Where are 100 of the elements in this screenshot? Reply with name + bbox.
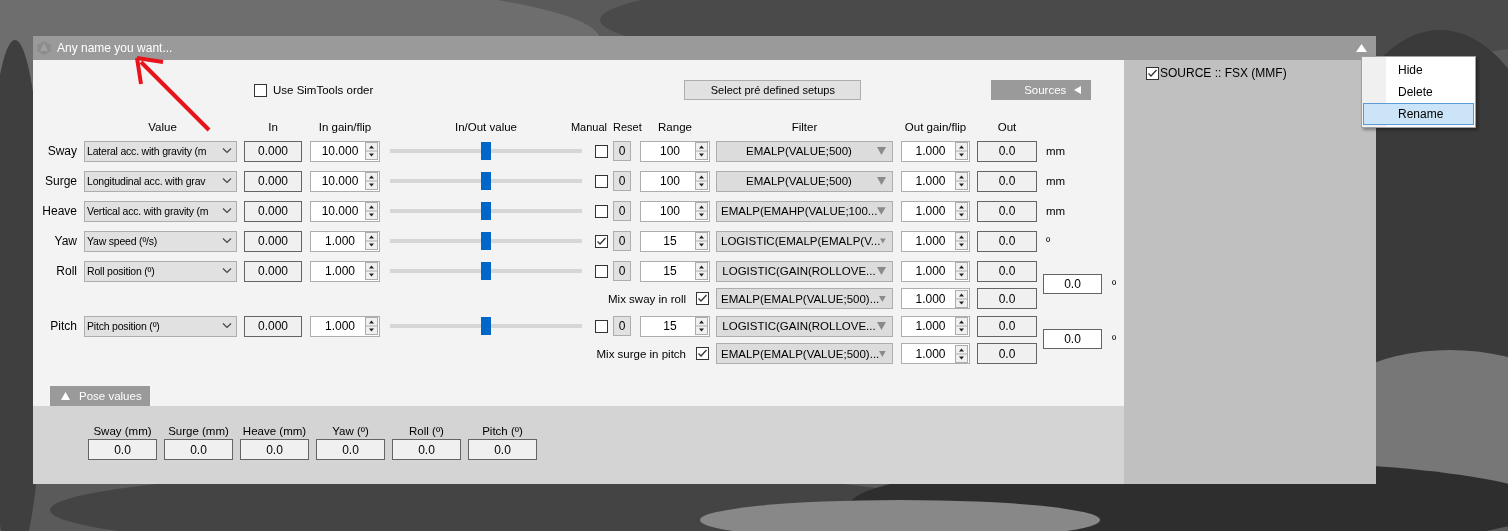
spin-arrows-icon[interactable] [695,142,708,160]
chevron-icon [222,208,232,214]
slider-thumb[interactable] [481,232,491,250]
slider-thumb[interactable] [481,142,491,160]
pose-value-field: 0.0 [316,439,385,460]
range-spinner[interactable]: 100 [640,200,710,222]
in-gain-spinner[interactable]: 1.000 [310,315,380,337]
axis-label: Heave [41,204,78,218]
menu-item[interactable]: Hide [1363,59,1474,81]
range-spinner[interactable]: 15 [640,315,710,337]
column-header: Out [996,121,1018,133]
spin-arrows-icon[interactable] [695,172,708,190]
manual-checkbox[interactable] [595,204,608,218]
manual-checkbox[interactable] [595,174,608,188]
out-gain-spinner[interactable]: 1.000 [901,288,970,309]
manual-checkbox[interactable] [595,234,608,248]
spin-arrows-icon[interactable] [695,232,708,250]
out-gain-spinner[interactable]: 1.000 [901,140,970,162]
column-header: In [267,121,279,133]
range-spinner[interactable]: 100 [640,170,710,192]
filter-dropdown[interactable]: EMALP(EMALP(VALUE;500)... [716,288,893,309]
filter-dropdown[interactable]: LOGISTIC(EMALP(EMALP(V... [716,230,893,252]
menu-item[interactable]: Rename [1363,103,1474,125]
range-spinner[interactable]: 15 [640,230,710,252]
mix-label: Mix surge in pitch [596,347,686,360]
value-dropdown[interactable]: Longitudinal acc. with grav [84,170,237,192]
pose-label: Roll (º) [409,425,444,437]
in-gain-spinner[interactable]: 10.000 [310,170,380,192]
out-gain-spinner[interactable]: 1.000 [901,230,970,252]
slider-thumb[interactable] [481,172,491,190]
column-header: Filter [790,121,819,133]
out-value-field: 0.0 [977,288,1037,309]
pose-value-field: 0.0 [240,439,309,460]
reset-button[interactable]: 0 [613,171,631,191]
spin-arrows-icon[interactable] [365,172,378,190]
filter-dropdown[interactable]: EMALP(VALUE;500) [716,140,893,162]
filter-dropdown[interactable]: EMALP(EMAHP(VALUE;100... [716,200,893,222]
manual-checkbox[interactable] [595,144,608,158]
slider-thumb[interactable] [481,262,491,280]
chevron-icon [222,238,232,244]
spin-arrows-icon[interactable] [955,142,968,160]
out-value-field: 0.0 [977,260,1037,282]
value-dropdown[interactable]: Yaw speed (º/s) [84,230,237,252]
spin-arrows-icon[interactable] [955,202,968,220]
out-value-field: 0.0 [977,315,1037,337]
filter-dropdown[interactable]: LOGISTIC(GAIN(ROLLOVE... [716,315,893,337]
out-gain-spinner[interactable]: 1.000 [901,260,970,282]
in-gain-spinner[interactable]: 10.000 [310,140,380,162]
out-gain-spinner[interactable]: 1.000 [901,315,970,337]
manual-checkbox[interactable] [595,319,608,333]
predefined-setups-button[interactable]: Select pré defined setups [684,80,862,100]
spin-arrows-icon[interactable] [365,317,378,335]
spin-arrows-icon[interactable] [365,232,378,250]
value-dropdown[interactable]: Pitch position (º) [84,315,237,337]
spin-arrows-icon[interactable] [955,262,968,280]
spin-arrows-icon[interactable] [955,232,968,250]
axis-label: Yaw [53,234,78,248]
range-spinner[interactable]: 15 [640,260,710,282]
filter-dropdown[interactable]: EMALP(EMALP(VALUE;500)... [716,343,893,364]
menu-item[interactable]: Delete [1363,81,1474,103]
in-gain-spinner[interactable]: 10.000 [310,200,380,222]
mix-label: Mix sway in roll [608,292,686,305]
reset-button[interactable]: 0 [613,231,631,251]
spin-arrows-icon[interactable] [365,202,378,220]
spin-arrows-icon[interactable] [695,317,708,335]
value-dropdown[interactable]: Vertical acc. with gravity (m [84,200,237,222]
simtools-order-checkbox[interactable] [254,83,267,97]
reset-button[interactable]: 0 [613,201,631,221]
mix-checkbox[interactable] [696,292,709,305]
collapse-icon[interactable] [1356,44,1367,52]
spin-arrows-icon[interactable] [955,344,968,363]
spin-arrows-icon[interactable] [955,317,968,335]
value-dropdown[interactable]: Lateral acc. with gravity (m [84,140,237,162]
manual-checkbox[interactable] [595,264,608,278]
out-gain-spinner[interactable]: 1.000 [901,170,970,192]
pose-label: Sway (mm) [93,425,152,437]
mix-checkbox[interactable] [696,347,709,360]
spin-arrows-icon[interactable] [695,202,708,220]
source-checkbox[interactable] [1146,66,1159,80]
reset-button[interactable]: 0 [613,141,631,161]
in-gain-spinner[interactable]: 1.000 [310,230,380,252]
spin-arrows-icon[interactable] [695,262,708,280]
in-gain-spinner[interactable]: 1.000 [310,260,380,282]
spin-arrows-icon[interactable] [955,289,968,308]
out-gain-spinner[interactable]: 1.000 [901,200,970,222]
unit-label: mm [1045,145,1067,157]
spin-arrows-icon[interactable] [365,262,378,280]
range-spinner[interactable]: 100 [640,140,710,162]
reset-button[interactable]: 0 [613,261,631,281]
spin-arrows-icon[interactable] [955,172,968,190]
out-gain-spinner[interactable]: 1.000 [901,343,970,364]
slider-thumb[interactable] [481,202,491,220]
filter-dropdown[interactable]: EMALP(VALUE;500) [716,170,893,192]
spin-arrows-icon[interactable] [365,142,378,160]
reset-button[interactable]: 0 [613,316,631,336]
value-dropdown[interactable]: Roll position (º) [84,260,237,282]
dropdown-arrow-icon [877,207,886,215]
slider-thumb[interactable] [481,317,491,335]
filter-dropdown[interactable]: LOGISTIC(GAIN(ROLLOVE... [716,260,893,282]
in-value-field: 0.000 [244,260,302,282]
